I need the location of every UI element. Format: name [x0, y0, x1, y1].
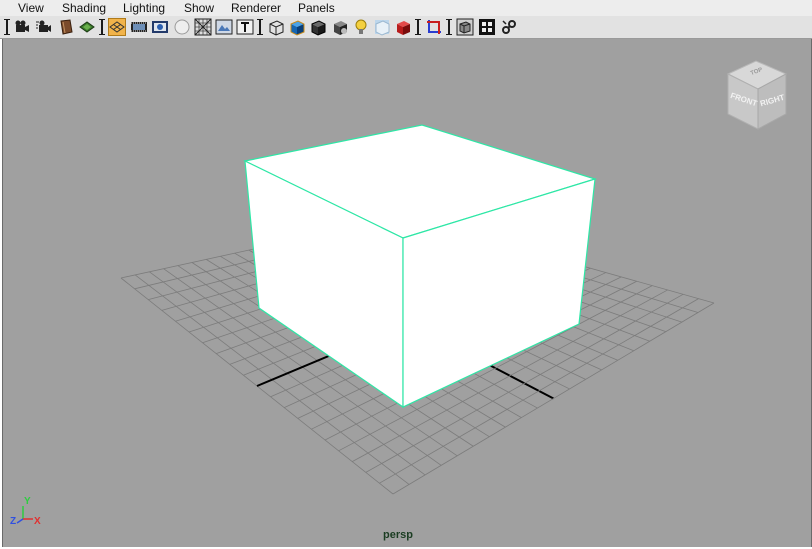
axis-y-label: Y: [24, 496, 31, 507]
scene-canvas[interactable]: TOP FRONT RIGHT Y X Z: [3, 39, 811, 547]
use-default-material-icon[interactable]: [331, 18, 349, 36]
hardware-texturing-icon[interactable]: [394, 18, 412, 36]
menu-shading[interactable]: Shading: [62, 1, 106, 15]
xray-icon[interactable]: [456, 18, 474, 36]
toolbar-separator: [4, 18, 10, 36]
view-cube[interactable]: TOP FRONT RIGHT: [726, 60, 788, 130]
film-gate-icon[interactable]: [130, 18, 148, 36]
menu-panels[interactable]: Panels: [298, 1, 335, 15]
safe-action-icon[interactable]: [215, 18, 233, 36]
toolbar-separator: [257, 18, 263, 36]
isolate-select-icon[interactable]: [425, 18, 443, 36]
shadows-icon[interactable]: [373, 18, 391, 36]
panel-toolbar: [0, 16, 812, 39]
smooth-shade-icon[interactable]: [288, 18, 306, 36]
gate-mask-icon[interactable]: [173, 18, 191, 36]
toolbar-separator: [99, 18, 105, 36]
use-all-lights-icon[interactable]: [352, 18, 370, 36]
field-chart-icon[interactable]: [194, 18, 212, 36]
select-camera-icon[interactable]: [13, 18, 31, 36]
safe-title-icon[interactable]: [236, 18, 254, 36]
axis-z-label: Z: [10, 516, 16, 527]
menu-renderer[interactable]: Renderer: [231, 1, 281, 15]
menu-lighting[interactable]: Lighting: [123, 1, 165, 15]
image-plane-icon[interactable]: [78, 18, 96, 36]
wireframe-icon[interactable]: [267, 18, 285, 36]
axis-x-label: X: [34, 516, 41, 527]
perspective-viewport[interactable]: TOP FRONT RIGHT Y X Z: [2, 39, 812, 547]
toolbar-separator: [415, 18, 421, 36]
bookmarks-icon[interactable]: [57, 18, 75, 36]
camera-attributes-icon[interactable]: [35, 18, 53, 36]
selected-cube[interactable]: [243, 124, 598, 409]
camera-name-label: persp: [383, 529, 413, 541]
xray-active-components-icon[interactable]: [500, 18, 518, 36]
menu-view[interactable]: View: [18, 1, 44, 15]
toolbar-separator: [446, 18, 452, 36]
grid-toggle-icon[interactable]: [108, 18, 126, 36]
axis-indicator: Y X Z: [10, 496, 41, 527]
resolution-gate-icon[interactable]: [151, 18, 169, 36]
xray-joints-icon[interactable]: [478, 18, 496, 36]
shade-wireframe-icon[interactable]: [309, 18, 327, 36]
menu-show[interactable]: Show: [184, 1, 214, 15]
panel-menu-bar: View Shading Lighting Show Renderer Pane…: [0, 0, 812, 17]
